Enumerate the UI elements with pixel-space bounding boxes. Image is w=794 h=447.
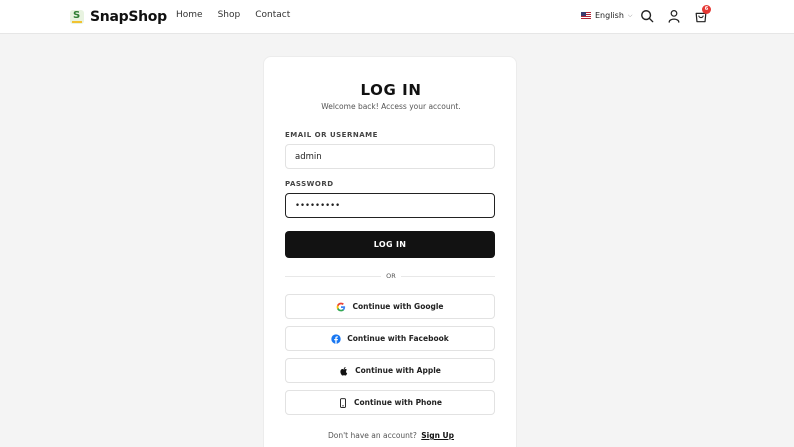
facebook-icon bbox=[331, 333, 341, 344]
language-selector[interactable]: English ⌵ bbox=[581, 11, 632, 20]
apple-button-label: Continue with Apple bbox=[355, 366, 441, 375]
phone-icon bbox=[340, 397, 346, 408]
top-navbar: S SnapShop Home Shop Contact English ⌵ 6 bbox=[0, 0, 794, 34]
facebook-button-label: Continue with Facebook bbox=[347, 334, 449, 343]
login-card: LOG IN Welcome back! Access your account… bbox=[263, 56, 517, 447]
chevron-down-icon: ⌵ bbox=[627, 11, 633, 19]
nav-contact-link[interactable]: Contact bbox=[255, 10, 290, 20]
divider-left bbox=[285, 276, 381, 277]
password-field[interactable] bbox=[285, 193, 495, 218]
nav-shop-link[interactable]: Shop bbox=[218, 10, 241, 20]
or-divider-text: OR bbox=[381, 272, 401, 280]
brand-name: SnapShop bbox=[90, 9, 167, 25]
google-icon bbox=[337, 302, 346, 311]
password-label: PASSWORD bbox=[285, 180, 334, 188]
page-subtitle: Welcome back! Access your account. bbox=[321, 102, 461, 111]
brand[interactable]: S SnapShop bbox=[70, 7, 167, 27]
continue-with-facebook-button[interactable]: Continue with Facebook bbox=[285, 326, 495, 351]
user-icon[interactable] bbox=[667, 9, 681, 23]
divider-right bbox=[401, 276, 495, 277]
nav-home-link[interactable]: Home bbox=[176, 10, 203, 20]
apple-icon bbox=[340, 366, 348, 375]
page-title: LOG IN bbox=[360, 81, 422, 99]
continue-with-google-button[interactable]: Continue with Google bbox=[285, 294, 495, 319]
signup-link[interactable]: Sign Up bbox=[421, 431, 454, 440]
signup-row: Don't have an account? Sign Up bbox=[264, 431, 518, 440]
search-icon[interactable] bbox=[640, 9, 654, 23]
continue-with-phone-button[interactable]: Continue with Phone bbox=[285, 390, 495, 415]
brand-logo-letter: S bbox=[73, 10, 81, 21]
email-field[interactable] bbox=[285, 144, 495, 169]
cart-count-badge: 6 bbox=[702, 5, 711, 14]
signup-prompt: Don't have an account? bbox=[327, 431, 417, 440]
brand-logo-icon: S bbox=[70, 10, 84, 24]
email-label: EMAIL OR USERNAME bbox=[285, 131, 378, 139]
language-label: English bbox=[595, 11, 624, 20]
us-flag-icon bbox=[581, 12, 591, 19]
phone-button-label: Continue with Phone bbox=[354, 398, 442, 407]
main-nav: Home Shop Contact bbox=[176, 10, 290, 20]
login-button[interactable]: LOG IN bbox=[285, 231, 495, 258]
continue-with-apple-button[interactable]: Continue with Apple bbox=[285, 358, 495, 383]
google-button-label: Continue with Google bbox=[352, 302, 444, 311]
